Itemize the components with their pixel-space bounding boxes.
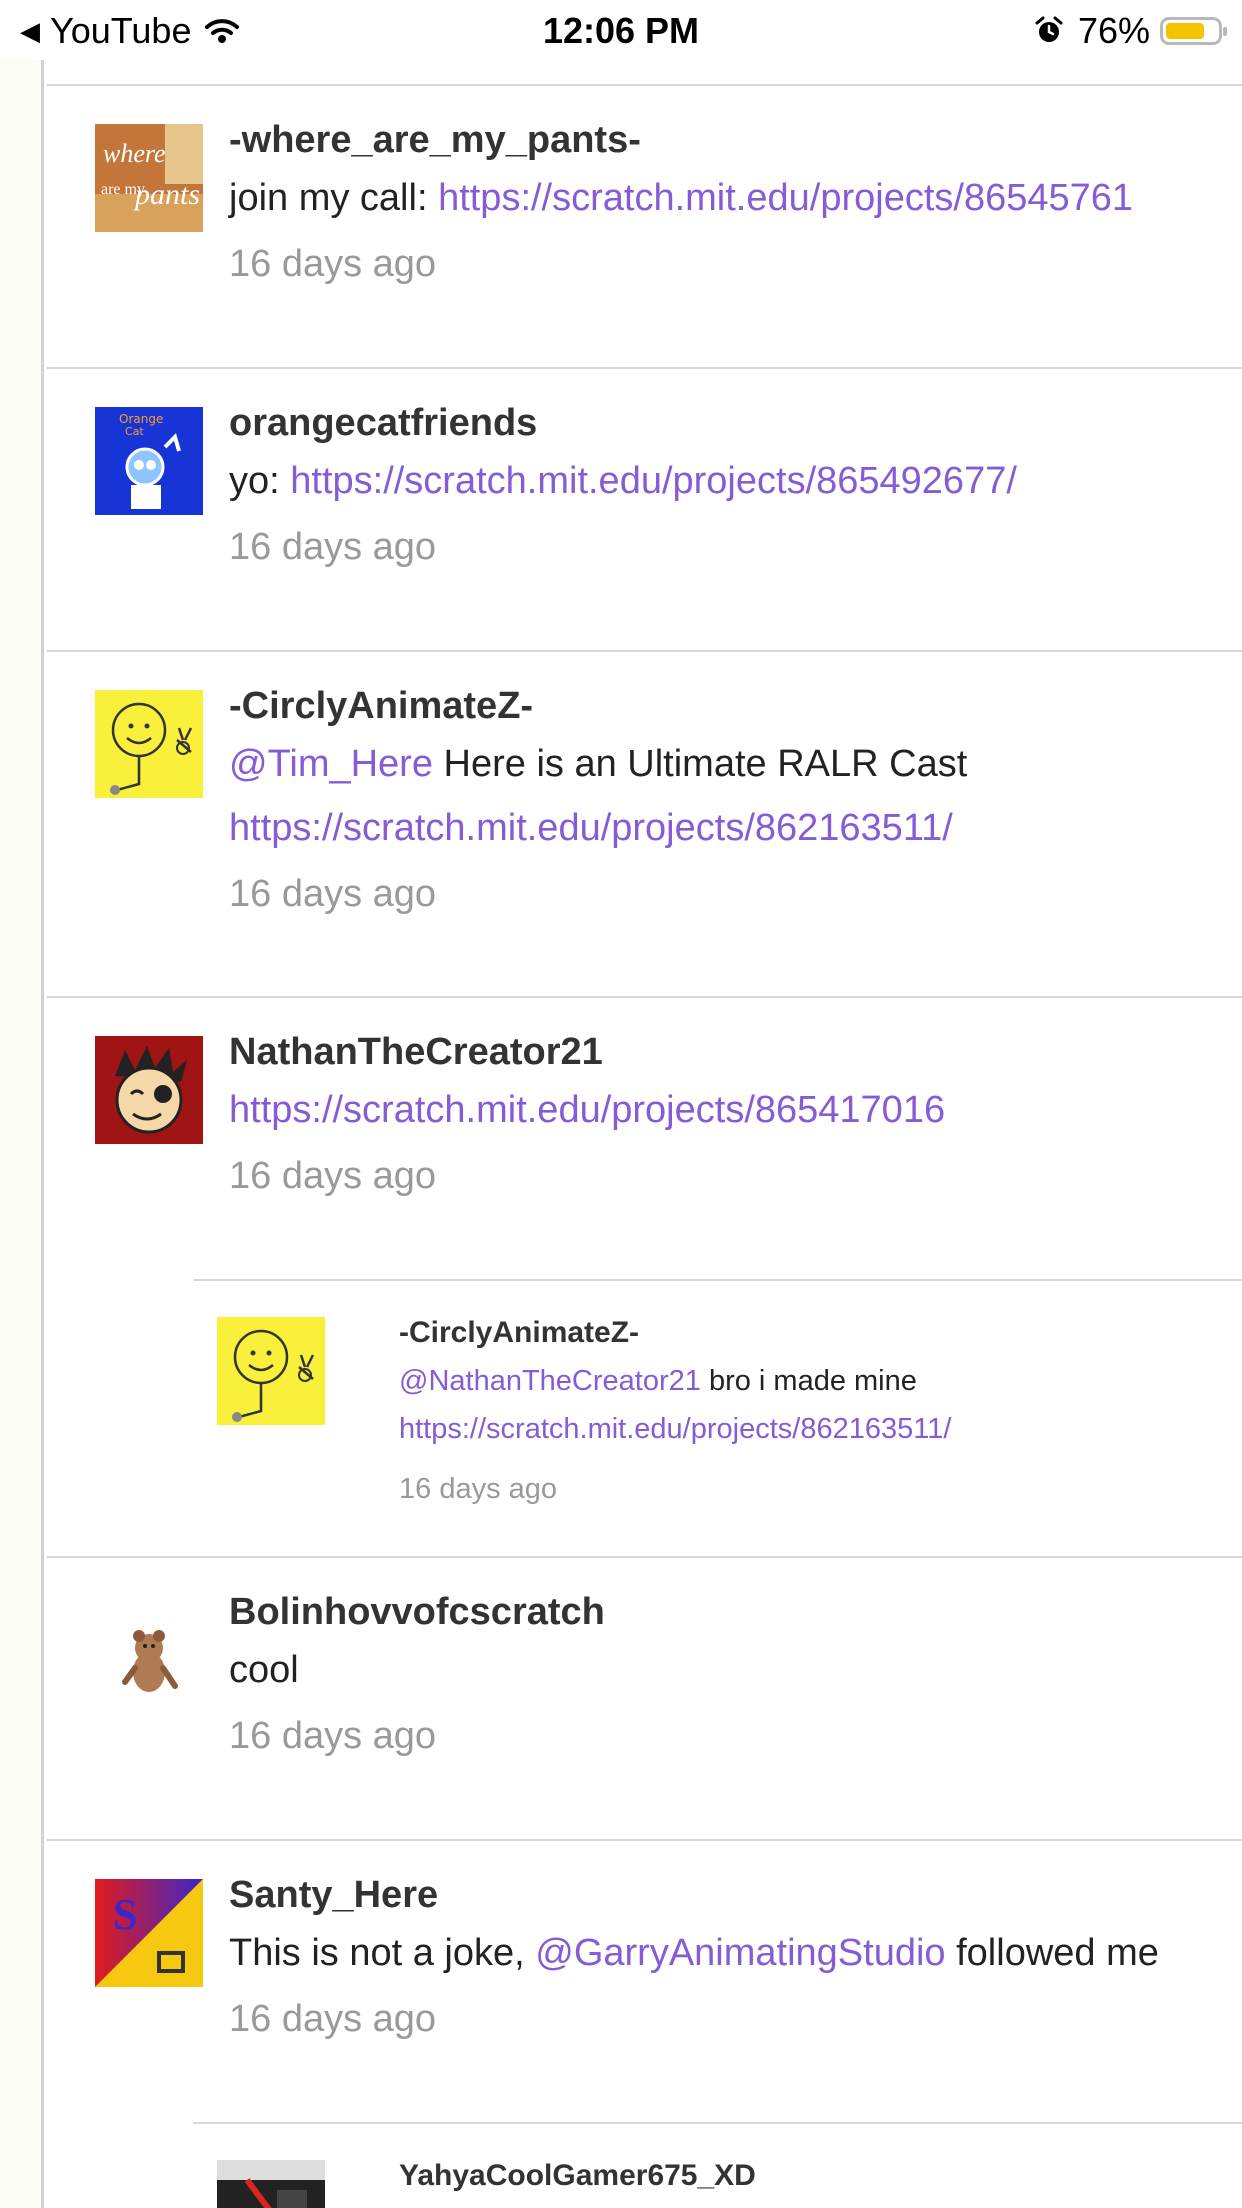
svg-text:Cat: Cat bbox=[125, 425, 144, 438]
comment-body: -CirclyAnimateZ- @Tim_Here Here is an Ul… bbox=[229, 680, 1242, 920]
comment-body: orangecatfriends yo: https://scratch.mit… bbox=[229, 397, 1242, 573]
avatar[interactable] bbox=[95, 1036, 203, 1144]
svg-text:where: where bbox=[103, 139, 166, 168]
comment-username[interactable]: NathanTheCreator21 bbox=[229, 1026, 1242, 1078]
reply-comment: YahyaCoolGamer675_XD bbox=[193, 2124, 1242, 2208]
comment-time: 16 days ago bbox=[399, 1473, 558, 1505]
status-bar: ◀ YouTube 12:06 PM 76% bbox=[0, 0, 1242, 60]
comment: -CirclyAnimateZ- @Tim_Here Here is an Ul… bbox=[47, 652, 1242, 998]
comment: NathanTheCreator21 https://scratch.mit.e… bbox=[47, 998, 1242, 1281]
comment-username[interactable]: -where_are_my_pants- bbox=[229, 114, 1242, 166]
reply-comment: -CirclyAnimateZ- @NathanTheCreator21 bro… bbox=[193, 1281, 1242, 1558]
comment-time: 16 days ago bbox=[229, 873, 437, 915]
comment-text: This is not a joke, @GarryAnimatingStudi… bbox=[229, 1921, 1242, 1985]
comment-text: @Tim_Here Here is an Ultimate RALR Cast bbox=[229, 732, 1242, 796]
battery-percent: 76% bbox=[1077, 10, 1150, 51]
comment: Orange Cat orangecatfriends yo: https://… bbox=[47, 369, 1242, 652]
comment-link[interactable]: https://scratch.mit.edu/projects/8654926… bbox=[290, 460, 1017, 502]
comment-text-body: This is not a joke, bbox=[229, 1932, 536, 1974]
avatar[interactable] bbox=[95, 690, 203, 798]
comment-body: Bolinhovvofcscratch cool 16 days ago bbox=[229, 1586, 1242, 1762]
battery-icon bbox=[1160, 17, 1227, 45]
comment-mention[interactable]: @Tim_Here bbox=[229, 743, 433, 785]
battery-fill bbox=[1166, 23, 1204, 39]
comment-text-body: bro i made mine bbox=[700, 1365, 917, 1397]
comment-time: 16 days ago bbox=[229, 1715, 437, 1757]
comment-text-prefix: join my call: bbox=[229, 177, 439, 219]
comment-text-line2: https://scratch.mit.edu/projects/8621635… bbox=[399, 1405, 1242, 1453]
comment-text: https://scratch.mit.edu/projects/8654170… bbox=[229, 1078, 1242, 1142]
comment-text-suffix: followed me bbox=[945, 1932, 1159, 1974]
comment: S Santy_Here This is not a joke, @GarryA… bbox=[47, 1841, 1242, 2124]
comment-body: YahyaCoolGamer675_XD bbox=[399, 2152, 1242, 2200]
avatar[interactable] bbox=[217, 1317, 325, 1425]
comment: where are my pants? -where_are_my_pants-… bbox=[47, 86, 1242, 369]
comment-link[interactable]: https://scratch.mit.edu/projects/8654170… bbox=[229, 1089, 945, 1131]
comment-time: 16 days ago bbox=[229, 243, 437, 285]
comment-username[interactable]: -CirclyAnimateZ- bbox=[399, 1309, 1242, 1357]
comment-body: NathanTheCreator21 https://scratch.mit.e… bbox=[229, 1026, 1242, 1202]
status-right: 76% bbox=[1034, 10, 1227, 52]
comment-body: -CirclyAnimateZ- @NathanTheCreator21 bro… bbox=[399, 1309, 1242, 1513]
comment-username[interactable]: -CirclyAnimateZ- bbox=[229, 680, 1242, 732]
comment: Bolinhovvofcscratch cool 16 days ago bbox=[47, 1558, 1242, 1841]
left-gutter bbox=[0, 60, 44, 2208]
comment-text-line2: https://scratch.mit.edu/projects/8621635… bbox=[229, 796, 1242, 860]
comment-mention[interactable]: @GarryAnimatingStudio bbox=[535, 1932, 945, 1974]
comment-link[interactable]: https://scratch.mit.edu/projects/8654576… bbox=[438, 177, 1133, 219]
svg-text:pants?: pants? bbox=[133, 178, 203, 211]
svg-text:S: S bbox=[113, 1890, 137, 1939]
svg-text:Orange: Orange bbox=[119, 412, 163, 426]
comment-username[interactable]: Santy_Here bbox=[229, 1869, 1242, 1921]
comment-text: cool bbox=[229, 1649, 299, 1691]
comment-mention[interactable]: @NathanTheCreator21 bbox=[399, 1365, 701, 1397]
comment-username[interactable]: YahyaCoolGamer675_XD bbox=[399, 2152, 1242, 2200]
alarm-icon bbox=[1035, 16, 1063, 42]
comment-text-body: Here is an Ultimate RALR Cast bbox=[432, 743, 968, 785]
avatar[interactable]: Orange Cat bbox=[95, 407, 203, 515]
comment-text: join my call: https://scratch.mit.edu/pr… bbox=[229, 166, 1242, 230]
comment-link[interactable]: https://scratch.mit.edu/projects/8621635… bbox=[399, 1413, 951, 1445]
avatar[interactable] bbox=[217, 2160, 325, 2208]
comment-link[interactable]: https://scratch.mit.edu/projects/8621635… bbox=[229, 807, 953, 849]
comment-username[interactable]: orangecatfriends bbox=[229, 397, 1242, 449]
avatar[interactable]: where are my pants? bbox=[95, 124, 203, 232]
comment-feed[interactable]: where are my pants? -where_are_my_pants-… bbox=[47, 60, 1242, 2208]
comment-text-prefix: yo: bbox=[229, 460, 291, 502]
comment-text: yo: https://scratch.mit.edu/projects/865… bbox=[229, 449, 1242, 513]
avatar[interactable]: S bbox=[95, 1879, 203, 1987]
avatar[interactable] bbox=[95, 1596, 203, 1704]
comment-time: 16 days ago bbox=[229, 1155, 437, 1197]
comment-text: @NathanTheCreator21 bro i made mine bbox=[399, 1357, 1242, 1405]
comment-body: -where_are_my_pants- join my call: https… bbox=[229, 114, 1242, 290]
comment-username[interactable]: Bolinhovvofcscratch bbox=[229, 1586, 1242, 1638]
comment-time: 16 days ago bbox=[229, 1998, 437, 2040]
comment-body: Santy_Here This is not a joke, @GarryAni… bbox=[229, 1869, 1242, 2045]
comment-time: 16 days ago bbox=[229, 526, 437, 568]
